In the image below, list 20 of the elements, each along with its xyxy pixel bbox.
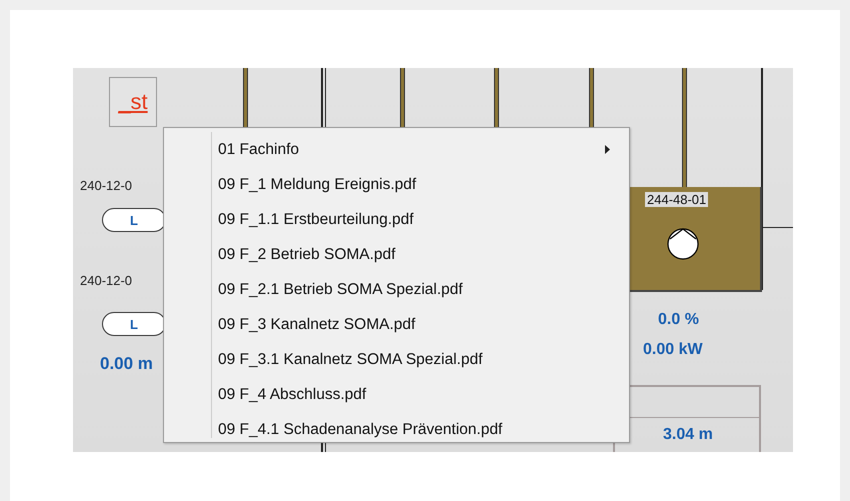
l-button[interactable]: L bbox=[102, 208, 166, 232]
menu-item[interactable]: 09 F_3.1 Kanalnetz SOMA Spezial.pdf bbox=[164, 342, 629, 377]
menu-item[interactable]: 09 F_2 Betrieb SOMA.pdf bbox=[164, 237, 629, 272]
menu-item[interactable]: 01 Fachinfo bbox=[164, 132, 629, 167]
menu-item[interactable]: 09 F_3 Kanalnetz SOMA.pdf bbox=[164, 307, 629, 342]
menu-item[interactable]: 09 F_1.1 Erstbeurteilung.pdf bbox=[164, 202, 629, 237]
menu-item[interactable]: 09 F_2.1 Betrieb SOMA Spezial.pdf bbox=[164, 272, 629, 307]
pump-power: 0.00 kW bbox=[643, 341, 703, 359]
submenu-arrow-icon bbox=[605, 145, 611, 154]
menu-item[interactable]: 09 F_1 Meldung Ereignis.pdf bbox=[164, 167, 629, 202]
pump-percent: 0.0 % bbox=[658, 311, 699, 329]
level-reading: 3.04 m bbox=[663, 426, 713, 444]
tag-label: 240-12-0 bbox=[80, 273, 132, 288]
l-button[interactable]: L bbox=[102, 312, 166, 336]
pump-tag: 244-48-01 bbox=[645, 192, 708, 207]
menu-item[interactable]: 09 F_4 Abschluss.pdf bbox=[164, 377, 629, 412]
pump-icon bbox=[667, 228, 699, 260]
tag-label: 240-12-0 bbox=[80, 178, 132, 193]
level-reading: 0.00 m bbox=[100, 354, 153, 374]
menu-item[interactable]: 09 F_4.1 Schadenanalyse Prävention.pdf bbox=[164, 412, 629, 447]
